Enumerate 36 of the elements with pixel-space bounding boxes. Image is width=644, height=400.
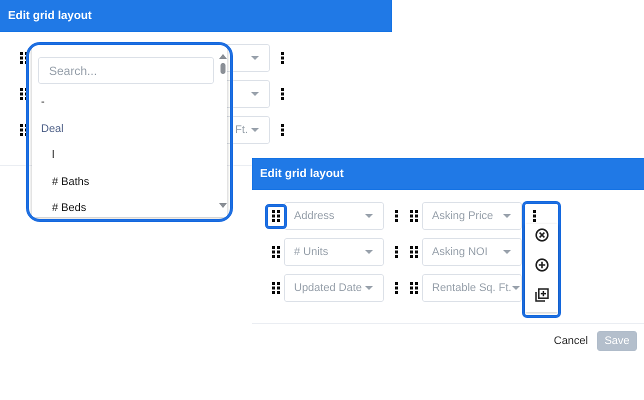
scrollbar[interactable] <box>218 53 227 209</box>
remove-icon[interactable] <box>534 228 548 242</box>
dialog-title: Edit grid layout <box>8 10 92 22</box>
caret-icon <box>512 286 520 290</box>
field-select[interactable]: Address <box>284 202 384 230</box>
field-select[interactable]: Asking Price <box>422 202 522 230</box>
duplicate-icon[interactable] <box>534 288 548 302</box>
field-select[interactable]: Asking NOI <box>422 238 522 266</box>
more-icon[interactable] <box>394 246 398 258</box>
dropdown-option[interactable]: - <box>32 89 45 116</box>
dialog-title: Edit grid layout <box>260 168 344 180</box>
cancel-button[interactable]: Cancel <box>554 331 588 351</box>
dropdown-option[interactable]: # Beds <box>32 195 86 217</box>
field-select[interactable]: Rentable Sq. Ft. <box>422 274 522 302</box>
field-select[interactable]: # Units <box>284 238 384 266</box>
caret-icon <box>365 214 373 218</box>
dropdown-option[interactable]: l <box>32 142 54 168</box>
more-icon[interactable] <box>280 52 284 64</box>
add-icon[interactable] <box>534 258 548 272</box>
more-icon[interactable] <box>394 210 398 222</box>
dropdown-option[interactable]: # Baths <box>32 168 90 195</box>
caret-icon <box>251 92 259 96</box>
group-label: Deal <box>40 122 64 136</box>
caret-icon <box>503 250 511 254</box>
more-icon[interactable] <box>394 282 398 294</box>
caret-icon <box>503 214 511 218</box>
caret-icon <box>251 128 259 132</box>
search-field[interactable]: Search... <box>38 57 214 84</box>
caret-icon <box>365 286 373 290</box>
more-icon[interactable] <box>532 210 536 222</box>
drag-handle-icon[interactable] <box>265 204 287 228</box>
more-icon[interactable] <box>280 88 284 100</box>
field-select[interactable]: Updated Date <box>284 274 384 302</box>
more-icon[interactable] <box>280 124 284 136</box>
caret-icon <box>251 56 259 60</box>
caret-icon <box>365 250 373 254</box>
